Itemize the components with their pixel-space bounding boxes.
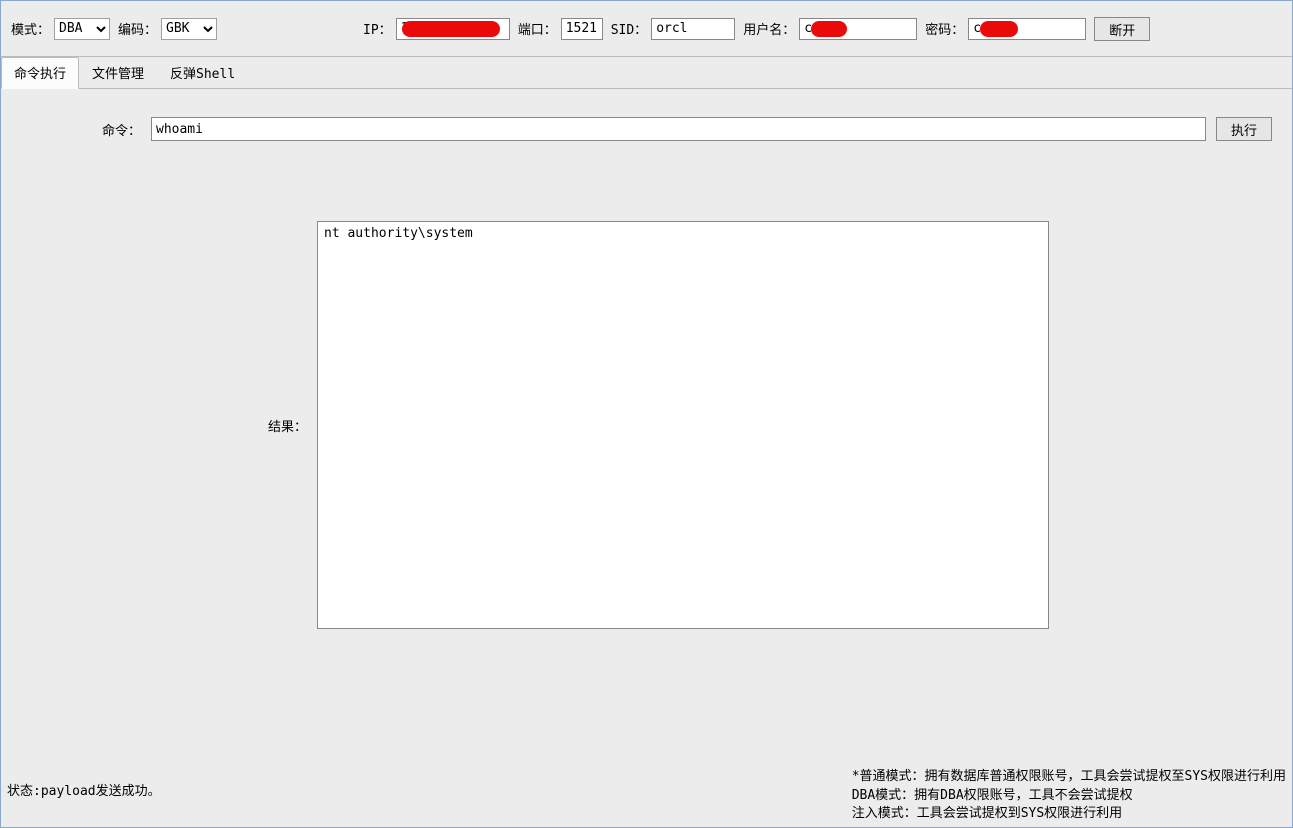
tab-reverse-shell[interactable]: 反弹Shell — [157, 57, 248, 88]
status-text: 状态:payload发送成功。 — [7, 780, 161, 799]
tab-cmd-execute[interactable]: 命令执行 — [1, 57, 79, 89]
result-label: 结果： — [21, 416, 307, 435]
help-line-dba: DBA模式：拥有DBA权限账号，工具不会尝试提权 — [852, 787, 1286, 805]
tab-file-manage[interactable]: 文件管理 — [79, 57, 157, 88]
help-line-normal: *普通模式：拥有数据库普通权限账号，工具会尝试提权至SYS权限进行利用 — [852, 768, 1286, 786]
redaction-mark — [811, 21, 847, 37]
mode-label: 模式： — [11, 19, 50, 38]
execute-button[interactable]: 执行 — [1216, 117, 1272, 141]
connection-toolbar: 模式： DBA 编码： GBK IP： 端口： SID： 用户名： 密码： — [1, 1, 1292, 57]
result-output[interactable]: nt authority\system — [317, 221, 1049, 629]
command-label: 命令： — [21, 120, 141, 139]
encoding-label: 编码： — [118, 19, 157, 38]
ip-label: IP： — [363, 19, 392, 38]
redaction-mark — [402, 21, 500, 37]
command-input[interactable] — [151, 117, 1206, 141]
sid-input[interactable] — [651, 18, 735, 40]
port-label: 端口： — [518, 19, 557, 38]
command-row: 命令： 执行 — [21, 117, 1272, 141]
help-line-inject: 注入模式：工具会尝试提权到SYS权限进行利用 — [852, 805, 1286, 823]
disconnect-button[interactable]: 断开 — [1094, 17, 1150, 41]
result-row: 结果： nt authority\system — [21, 221, 1272, 629]
mode-help-text: *普通模式：拥有数据库普通权限账号，工具会尝试提权至SYS权限进行利用 DBA模… — [852, 768, 1286, 823]
password-label: 密码： — [925, 19, 964, 38]
username-label: 用户名： — [743, 19, 795, 38]
mode-select[interactable]: DBA — [54, 18, 110, 40]
sid-label: SID： — [611, 19, 647, 38]
redaction-mark — [980, 21, 1018, 37]
port-input[interactable] — [561, 18, 603, 40]
encoding-select[interactable]: GBK — [161, 18, 217, 40]
tab-content: 命令： 执行 结果： nt authority\system — [1, 89, 1292, 639]
tab-bar: 命令执行 文件管理 反弹Shell — [1, 57, 1292, 89]
